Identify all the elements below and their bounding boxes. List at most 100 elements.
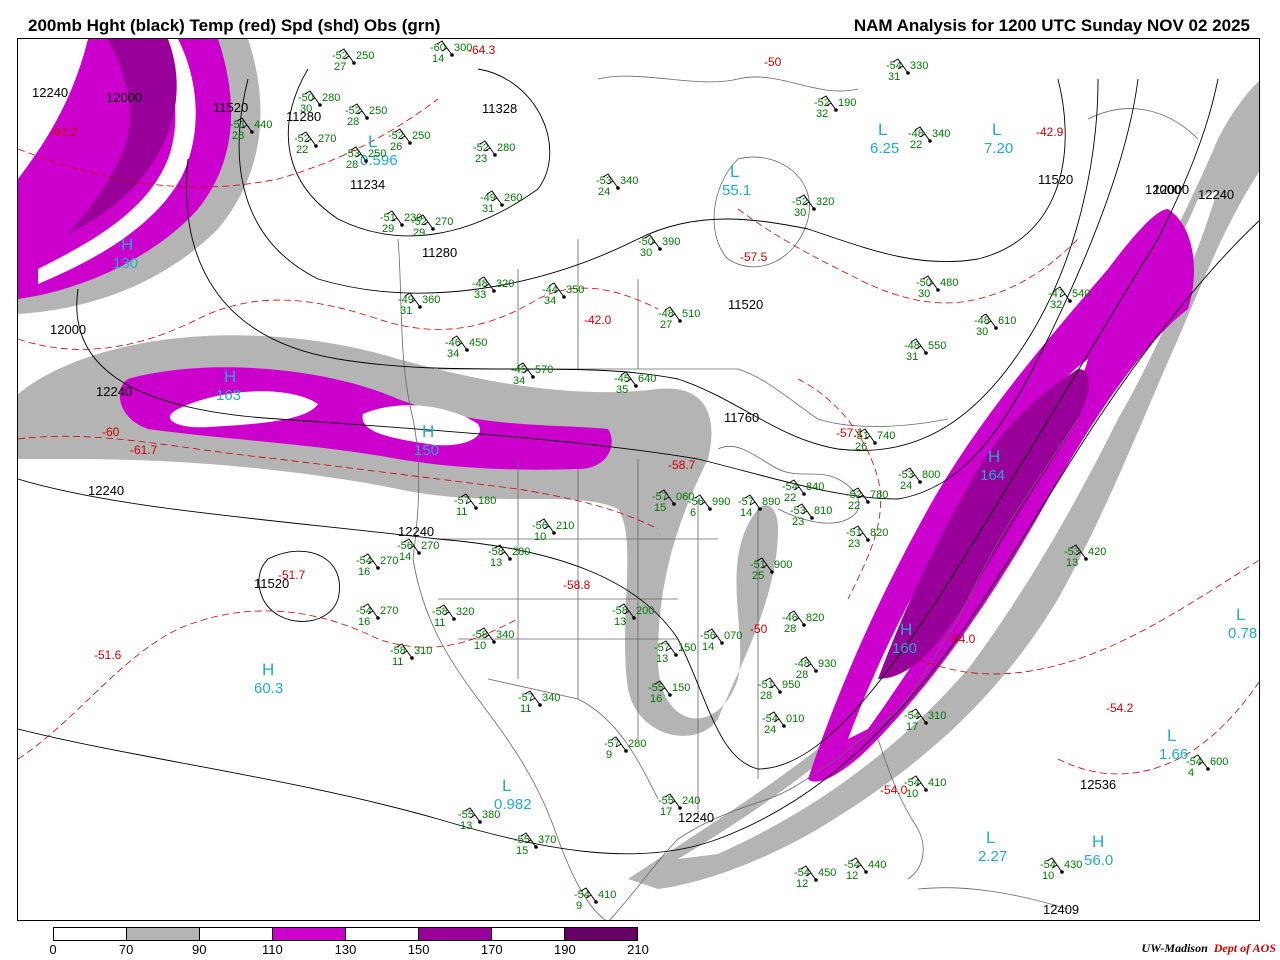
obs-dewpoint-depression: 32 (1050, 299, 1062, 311)
obs-dewpoint-depression: 13 (614, 616, 626, 628)
station-observation: -54 27016 (356, 553, 398, 578)
obs-dewpoint-depression: 24 (764, 724, 776, 736)
station-observation: -54 4109 (574, 887, 616, 912)
obs-dewpoint-depression: 13 (656, 653, 668, 665)
obs-height: 810 (814, 505, 832, 517)
obs-height: 380 (482, 809, 500, 821)
station-observation: -53 80024 (898, 467, 940, 492)
temperature-label: -61.7 (130, 443, 158, 457)
obs-dewpoint-depression: 10 (906, 788, 918, 800)
station-observation: -52 19032 (814, 95, 856, 120)
wind-speed-legend: 0 70 90 110 130 150 170 190 210 (49, 927, 649, 957)
obs-height: 820 (870, 527, 888, 539)
station-observation: -48 93028 (794, 656, 836, 681)
station-observation: -56 27014 (397, 538, 439, 563)
obs-height: 570 (535, 364, 553, 376)
legend-tick-label: 150 (407, 942, 430, 957)
obs-height: 150 (672, 682, 690, 694)
obs-height: 190 (838, 97, 856, 109)
obs-dewpoint-depression: 22 (848, 500, 860, 512)
obs-dewpoint-depression: 30 (918, 288, 930, 300)
obs-dewpoint-depression: 11 (392, 656, 403, 668)
station-observation: -51 95028 (758, 677, 800, 702)
obs-height: 270 (435, 216, 453, 228)
center-value: 7.20 (984, 140, 1013, 157)
obs-height: 340 (932, 128, 950, 140)
legend-swatch (273, 928, 346, 940)
high-center-letter: H (262, 660, 274, 679)
legend-tick-label: 130 (334, 942, 357, 957)
station-observation: -54 41010 (904, 775, 946, 800)
obs-dewpoint-depression: 31 (888, 71, 900, 83)
obs-height: 390 (662, 236, 680, 248)
high-center-letter: H (422, 422, 434, 441)
obs-height: 320 (456, 606, 474, 618)
obs-height: 280 (628, 738, 646, 750)
temperature-label: -51.6 (94, 648, 122, 662)
station-observation: -58 34010 (472, 627, 514, 652)
height-label: 12000 (106, 90, 142, 105)
obs-height: 900 (774, 559, 792, 571)
center-value: 163 (216, 387, 241, 404)
obs-dewpoint-depression: 6 (690, 507, 696, 519)
obs-dewpoint-depression: 30 (976, 326, 988, 338)
obs-dewpoint-depression: 34 (513, 375, 525, 387)
station-observation: -53 81023 (790, 503, 832, 528)
station-observation: -58 31011 (390, 643, 432, 668)
station-observation: -54 01024 (762, 711, 804, 736)
station-observation: -52 32030 (792, 194, 834, 219)
obs-dewpoint-depression: 24 (900, 480, 912, 492)
weather-map: 12240 12000 11520 11280 11234 11328 11280 12000… (17, 38, 1260, 921)
obs-dewpoint-depression: 29 (413, 227, 425, 239)
legend-tick-label: 0 (49, 942, 57, 957)
obs-dewpoint-depression: 28 (760, 690, 772, 702)
obs-dewpoint-depression: 11 (520, 703, 531, 715)
credit-org: UW-Madison (1141, 941, 1208, 955)
obs-height: 320 (816, 196, 834, 208)
obs-dewpoint-depression: 27 (334, 61, 346, 73)
obs-dewpoint-depression: 15 (654, 502, 666, 514)
temperature-label: -50 (764, 55, 782, 69)
legend-swatch (565, 928, 637, 940)
obs-dewpoint-depression: 14 (399, 551, 411, 563)
obs-height: 240 (682, 795, 700, 807)
obs-height: 280 (497, 142, 515, 154)
station-observation: -54 44012 (844, 857, 886, 882)
obs-height: 210 (556, 520, 574, 532)
obs-height: 450 (818, 867, 836, 879)
obs-height: 440 (254, 119, 272, 131)
obs-height: 180 (478, 495, 496, 507)
center-value: 0.78 (1228, 625, 1257, 642)
low-center-letter: L (1236, 605, 1245, 624)
low-center-letter: L (986, 828, 995, 847)
station-observation: -51 74026 (853, 428, 895, 453)
station-observation: -48 61030 (974, 313, 1016, 338)
chart-title: 200mb Hght (black) Temp (red) Spd (shd) … (28, 16, 441, 35)
low-center-letter: L (992, 120, 1001, 139)
obs-dewpoint-depression: 25 (752, 570, 764, 582)
obs-dewpoint-depression: 23 (792, 516, 804, 528)
legend-tick-label: 90 (192, 942, 207, 957)
station-observation: -48 32033 (472, 276, 514, 301)
center-value: 56.0 (1084, 852, 1113, 869)
obs-dewpoint-depression: 23 (475, 153, 487, 165)
obs-height: 430 (1064, 859, 1082, 871)
obs-dewpoint-depression: 14 (702, 641, 714, 653)
obs-dewpoint-depression: 16 (358, 616, 370, 628)
obs-dewpoint-depression: 13 (490, 557, 502, 569)
station-observation: -52 25027 (332, 48, 374, 73)
obs-height: 510 (682, 308, 700, 320)
obs-height: 320 (496, 278, 514, 290)
credit-text: UW-Madison Dept of AOS (1142, 941, 1276, 956)
station-observation: -52 27022 (294, 131, 336, 156)
obs-dewpoint-depression: 22 (296, 144, 308, 156)
obs-height: 300 (454, 42, 472, 54)
obs-dewpoint-depression: 30 (794, 207, 806, 219)
station-observation: -58 32011 (432, 604, 474, 629)
legend-tick-label: 70 (118, 942, 134, 957)
wind-speed-shading (18, 39, 1259, 889)
station-observation: -54 43010 (1040, 857, 1082, 882)
obs-dewpoint-depression: 30 (640, 247, 652, 259)
credit-dept: Dept of AOS (1213, 941, 1276, 955)
station-observation: -48 51027 (658, 306, 700, 331)
